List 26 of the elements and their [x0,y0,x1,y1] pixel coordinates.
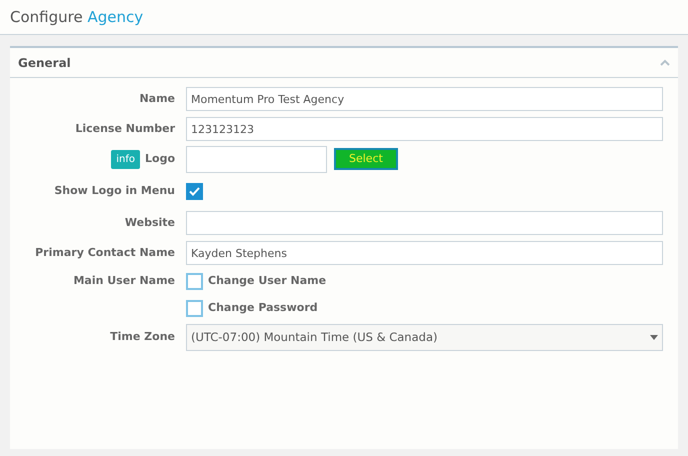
collapse-icon[interactable] [660,59,670,66]
field-label: Logo [145,150,175,167]
checkbox[interactable] [186,182,203,200]
dropdown-value: (UTC-07:00) Mountain Time (US & Canada) [191,328,438,346]
field-label: License Number [75,120,175,137]
title-highlight: Agency [87,8,144,26]
field-label: Main User Name [73,273,175,290]
field-label: Time Zone [110,329,175,346]
panel-title: General [18,54,71,72]
checkbox-label[interactable]: Change Password [208,300,318,317]
field-label: Name [139,90,175,107]
text-field[interactable]: Momentum Pro Test Agency [186,87,663,111]
field-label: Primary Contact Name [35,244,175,261]
check-icon [189,186,200,196]
time-zone-dropdown[interactable]: (UTC-07:00) Mountain Time (US & Canada) [186,324,663,351]
checkbox[interactable] [186,300,203,317]
file-field[interactable] [186,146,327,172]
dropdown-arrow-icon [650,335,658,340]
text-field[interactable] [186,211,663,235]
checkbox-label[interactable]: Change User Name [208,273,326,290]
field-label: Website [124,214,175,231]
text-field[interactable]: Kayden Stephens [186,241,663,265]
checkbox[interactable] [186,273,203,290]
text-field[interactable]: 123123123 [186,117,663,141]
field-label: Show Logo in Menu [54,182,175,199]
title-text: Configure [10,8,83,26]
